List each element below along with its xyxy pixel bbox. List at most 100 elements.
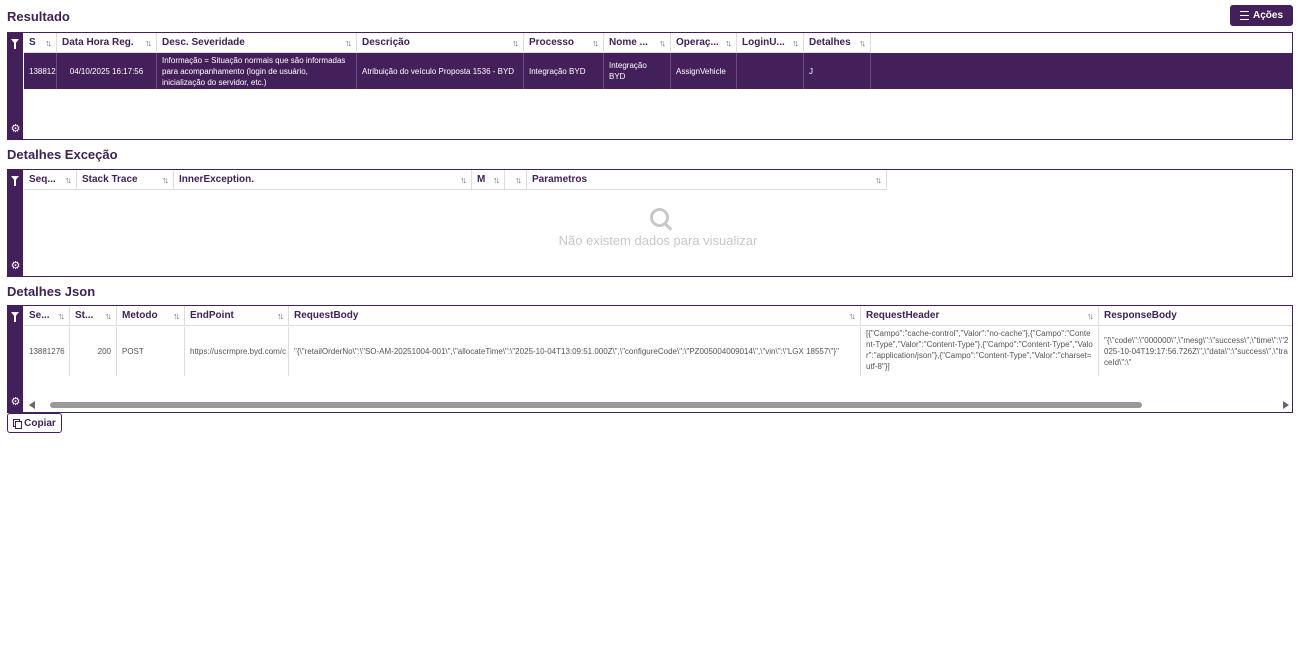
col-header-stacktrace[interactable]: Stack Trace ↑↓	[77, 170, 174, 190]
col-header-label: InnerException.	[179, 174, 255, 185]
col-header-label: St...	[75, 310, 94, 321]
cell-seq: 13881276	[24, 327, 70, 376]
section-title-excecao: Detalhes Exceção	[7, 147, 118, 162]
sort-icon[interactable]: ↑↓	[875, 175, 882, 185]
col-header-parametros[interactable]: Parametros ↑↓	[527, 170, 887, 190]
col-header-severidade[interactable]: Desc. Severidade ↑↓	[157, 33, 357, 53]
col-header-label: Data Hora Reg.	[62, 37, 134, 48]
col-header-label: Descrição	[362, 37, 410, 48]
sort-icon[interactable]: ↑↓	[515, 175, 522, 185]
col-header-label: RequestHeader	[866, 310, 940, 321]
horizontal-scrollbar[interactable]	[24, 398, 1292, 412]
grid-sidebar: ⚙	[8, 33, 23, 139]
actions-button[interactable]: Ações	[1230, 5, 1293, 26]
sort-icon[interactable]: ↑↓	[493, 175, 500, 185]
col-header-descricao[interactable]: Descrição ↑↓	[357, 33, 524, 53]
col-header-label: ResponseBody	[1104, 310, 1177, 321]
sort-icon[interactable]: ↑↓	[1087, 311, 1094, 321]
col-header-label: Stack Trace	[82, 174, 138, 185]
col-header-processo[interactable]: Processo ↑↓	[524, 33, 604, 53]
cell-datahora: 04/10/2025 16:17:56	[57, 53, 157, 89]
cell-descricao: Atribuição do veículo Proposta 1536 - BY…	[357, 53, 524, 89]
section-title-resultado: Resultado	[7, 9, 70, 24]
sort-icon[interactable]: ↑↓	[173, 311, 180, 321]
sort-icon[interactable]: ↑↓	[58, 311, 65, 321]
col-header-detalhes[interactable]: Detalhes ↑↓	[804, 33, 871, 53]
cell-processo: Integração BYD	[524, 53, 604, 89]
col-header-nome[interactable]: Nome ... ↑↓	[604, 33, 671, 53]
cell-detalhes: J	[804, 53, 871, 89]
col-header-seq[interactable]: S ↑↓	[24, 33, 57, 53]
col-header-endpoint[interactable]: EndPoint ↑↓	[185, 306, 289, 326]
col-header-responsebody[interactable]: ResponseBody	[1099, 306, 1292, 326]
col-header-innerexception[interactable]: InnerException. ↑↓	[174, 170, 472, 190]
col-header-label: Metodo	[122, 310, 158, 321]
col-header-metodo[interactable]: Metodo ↑↓	[117, 306, 185, 326]
scroll-left-icon[interactable]	[29, 401, 35, 409]
sort-icon[interactable]: ↑↓	[460, 175, 467, 185]
col-header-label: Parametros	[532, 174, 588, 185]
gear-icon[interactable]: ⚙	[10, 261, 21, 272]
col-header-requestheader[interactable]: RequestHeader ↑↓	[861, 306, 1099, 326]
cell-operacao: AssignVehicle	[671, 53, 737, 89]
copy-button-label: Copiar	[24, 417, 56, 429]
menu-icon	[1239, 11, 1249, 20]
filter-icon[interactable]	[11, 312, 19, 322]
col-header-label: S	[29, 37, 36, 48]
col-header-label: Seq...	[29, 174, 56, 185]
filter-icon[interactable]	[11, 39, 19, 49]
json-grid: ⚙ Se... ↑↓ St... ↑↓ Metodo ↑↓ EndPoint ↑↓ Re…	[7, 305, 1293, 413]
col-header-requestbody[interactable]: RequestBody ↑↓	[289, 306, 861, 326]
gear-icon[interactable]: ⚙	[10, 124, 21, 135]
sort-icon[interactable]: ↑↓	[512, 38, 519, 48]
col-header-label: Se...	[29, 310, 50, 321]
col-header-label: Nome ...	[609, 37, 648, 48]
sort-icon[interactable]: ↑↓	[792, 38, 799, 48]
col-header-operacao[interactable]: Operaç... ↑↓	[671, 33, 737, 53]
grid-sidebar: ⚙	[8, 306, 23, 412]
sort-icon[interactable]: ↑↓	[592, 38, 599, 48]
col-header-label: Processo	[529, 37, 575, 48]
resultado-grid: ⚙ S ↑↓ Data Hora Reg. ↑↓ Desc. Severidade ↑…	[7, 32, 1293, 140]
cell-responsebody: "{\"code\":\"000000\",\"mesg\":\"success…	[1104, 336, 1289, 367]
section-title-json: Detalhes Json	[7, 284, 96, 299]
sort-icon[interactable]: ↑↓	[859, 38, 866, 48]
sort-icon[interactable]: ↑↓	[659, 38, 666, 48]
sort-icon[interactable]: ↑↓	[345, 38, 352, 48]
sort-icon[interactable]: ↑↓	[105, 311, 112, 321]
col-header-label: EndPoint	[190, 310, 234, 321]
gear-icon[interactable]: ⚙	[10, 397, 21, 408]
col-header-blank[interactable]: ↑↓	[505, 170, 527, 190]
col-header-datahora[interactable]: Data Hora Reg. ↑↓	[57, 33, 157, 53]
sort-icon[interactable]: ↑↓	[162, 175, 169, 185]
cell-severidade: Informação = Situação normais que são in…	[157, 53, 357, 89]
excecao-grid: ⚙ Seq... ↑↓ Stack Trace ↑↓ InnerException.…	[7, 169, 1293, 277]
cell-seq: 138812	[24, 53, 57, 89]
cell-status: 200	[70, 327, 117, 376]
col-header-seq[interactable]: Se... ↑↓	[24, 306, 70, 326]
col-header-label: Desc. Severidade	[162, 37, 245, 48]
cell-metodo: POST	[117, 327, 185, 376]
cell-endpoint: https://uscrmpre.byd.com/c	[185, 327, 289, 376]
scroll-right-icon[interactable]	[1283, 401, 1289, 409]
sort-icon[interactable]: ↑↓	[65, 175, 72, 185]
copy-button[interactable]: Copiar	[7, 413, 62, 433]
sort-icon[interactable]: ↑↓	[277, 311, 284, 321]
cell-requestheader: [{"Campo":"cache-control","Valor":"no-ca…	[861, 327, 1099, 376]
col-header-login[interactable]: LoginU... ↑↓	[737, 33, 804, 53]
col-header-label: M	[477, 174, 486, 185]
col-header-label: Operaç...	[676, 37, 719, 48]
sort-icon[interactable]: ↑↓	[725, 38, 732, 48]
col-header-seq[interactable]: Seq... ↑↓	[24, 170, 77, 190]
sort-icon[interactable]: ↑↓	[849, 311, 856, 321]
sort-icon[interactable]: ↑↓	[45, 38, 52, 48]
filter-icon[interactable]	[11, 176, 19, 186]
col-header-m[interactable]: M ↑↓	[472, 170, 505, 190]
search-icon	[650, 208, 669, 227]
scrollbar-thumb[interactable]	[50, 402, 1142, 408]
col-header-label: LoginU...	[742, 37, 785, 48]
copy-icon	[13, 418, 23, 429]
col-header-status[interactable]: St... ↑↓	[70, 306, 117, 326]
sort-icon[interactable]: ↑↓	[145, 38, 152, 48]
cell-nome: Integração BYD	[604, 53, 671, 89]
